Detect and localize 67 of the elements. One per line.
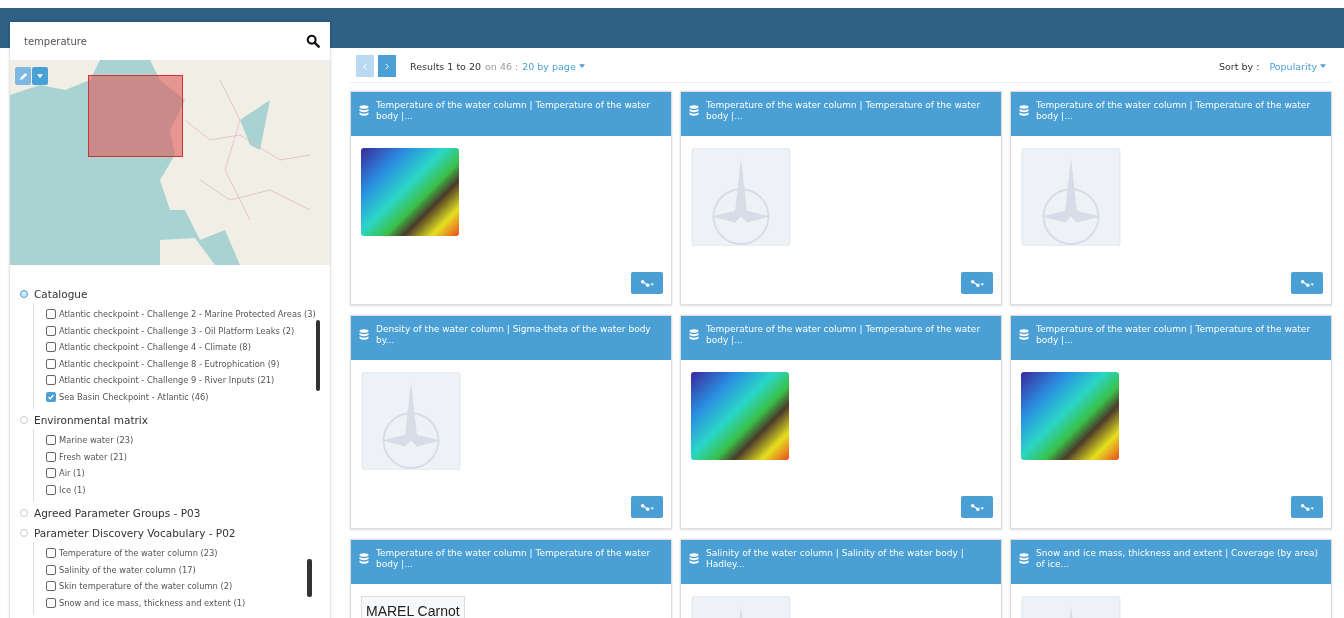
- nodes-icon: [1300, 502, 1314, 512]
- facet-option[interactable]: Sea Basin Checkpoint - Atlantic (46): [46, 388, 316, 405]
- checkbox[interactable]: [46, 581, 56, 592]
- action-dropdown-button[interactable]: [961, 272, 993, 294]
- caret-icon: [37, 74, 43, 78]
- facet-option[interactable]: Marine water (23): [46, 432, 134, 449]
- action-dropdown-button[interactable]: [631, 272, 663, 294]
- results-range: Results 1 to 20: [410, 60, 482, 72]
- chevron-left-icon: [363, 62, 367, 70]
- database-icon: [1019, 329, 1029, 341]
- facet-option[interactable]: Atlantic checkpoint - Challenge 9 - River Inputs (21): [46, 372, 316, 389]
- database-icon: [689, 105, 699, 117]
- checkbox[interactable]: [46, 548, 56, 559]
- action-dropdown-button[interactable]: [1291, 272, 1323, 294]
- database-icon: [359, 105, 369, 117]
- action-dropdown-button[interactable]: [1291, 496, 1323, 518]
- database-icon: [689, 553, 699, 565]
- checkbox[interactable]: [46, 435, 56, 446]
- nodes-icon: [970, 278, 984, 288]
- facet-option[interactable]: Fresh water (21): [46, 448, 134, 465]
- facet-option[interactable]: Atlantic checkpoint - Challenge 4 - Climate (8): [46, 339, 316, 356]
- facet-option[interactable]: Temperature of the water column (23): [46, 545, 246, 562]
- database-icon: [359, 553, 369, 565]
- facet-title[interactable]: Environmental matrix: [34, 414, 148, 426]
- caret-icon: [1320, 64, 1326, 68]
- nodes-icon: [640, 502, 654, 512]
- nodes-icon: [1300, 278, 1314, 288]
- nodes-icon: [640, 278, 654, 288]
- chevron-right-icon: [385, 62, 389, 70]
- map-thumbnail-placeholder[interactable]: [361, 148, 459, 236]
- facet-option[interactable]: Ice (1): [46, 481, 134, 498]
- checkbox[interactable]: [46, 309, 56, 320]
- nodes-icon: [970, 502, 984, 512]
- facet-title[interactable]: Agreed Parameter Groups - P03: [34, 507, 201, 519]
- checkbox[interactable]: [46, 468, 56, 479]
- facet-option[interactable]: Atlantic checkpoint - Challenge 8 - Eutrophication (9): [46, 355, 316, 372]
- map-thumbnail-placeholder[interactable]: [1021, 372, 1119, 460]
- database-icon: [1019, 553, 1029, 565]
- checkbox[interactable]: [46, 597, 56, 608]
- facet-option[interactable]: Atlantic checkpoint - Challenge 2 - Marine Protected Areas (3): [46, 306, 316, 323]
- checkbox[interactable]: [46, 375, 56, 386]
- checkbox[interactable]: [46, 325, 56, 336]
- checkbox[interactable]: [46, 451, 56, 462]
- facet-option[interactable]: Snow and ice mass, thickness and extent (1): [46, 594, 246, 611]
- checkbox[interactable]: [46, 484, 56, 495]
- facet-option[interactable]: Skin temperature of the water column (2): [46, 578, 246, 595]
- search-icon[interactable]: [306, 34, 320, 48]
- facet-title[interactable]: Catalogue: [34, 288, 88, 300]
- checkbox[interactable]: [46, 564, 56, 575]
- database-icon: [359, 329, 369, 341]
- pencil-icon: [18, 71, 28, 81]
- caret-icon: [578, 64, 585, 68]
- action-dropdown-button[interactable]: [631, 496, 663, 518]
- action-dropdown-button[interactable]: [961, 496, 993, 518]
- map-thumbnail-placeholder[interactable]: [691, 372, 789, 460]
- sort-label: Sort by :: [1219, 60, 1260, 72]
- database-icon: [689, 329, 699, 341]
- facet-title[interactable]: Parameter Discovery Vocabulary - P02: [34, 527, 236, 539]
- facet-option[interactable]: Air (1): [46, 465, 134, 482]
- checkbox[interactable]: [46, 342, 56, 353]
- facet-option[interactable]: Salinity of the water column (17): [46, 561, 246, 578]
- checkbox[interactable]: [46, 358, 56, 369]
- facet-option[interactable]: Atlantic checkpoint - Challenge 3 - Oil Platform Leaks (2): [46, 322, 316, 339]
- logo-text[interactable]: MAREL Carnot: [361, 596, 465, 618]
- checkbox[interactable]: [46, 391, 56, 402]
- database-icon: [1019, 105, 1029, 117]
- results-total: on 46 :: [485, 60, 519, 72]
